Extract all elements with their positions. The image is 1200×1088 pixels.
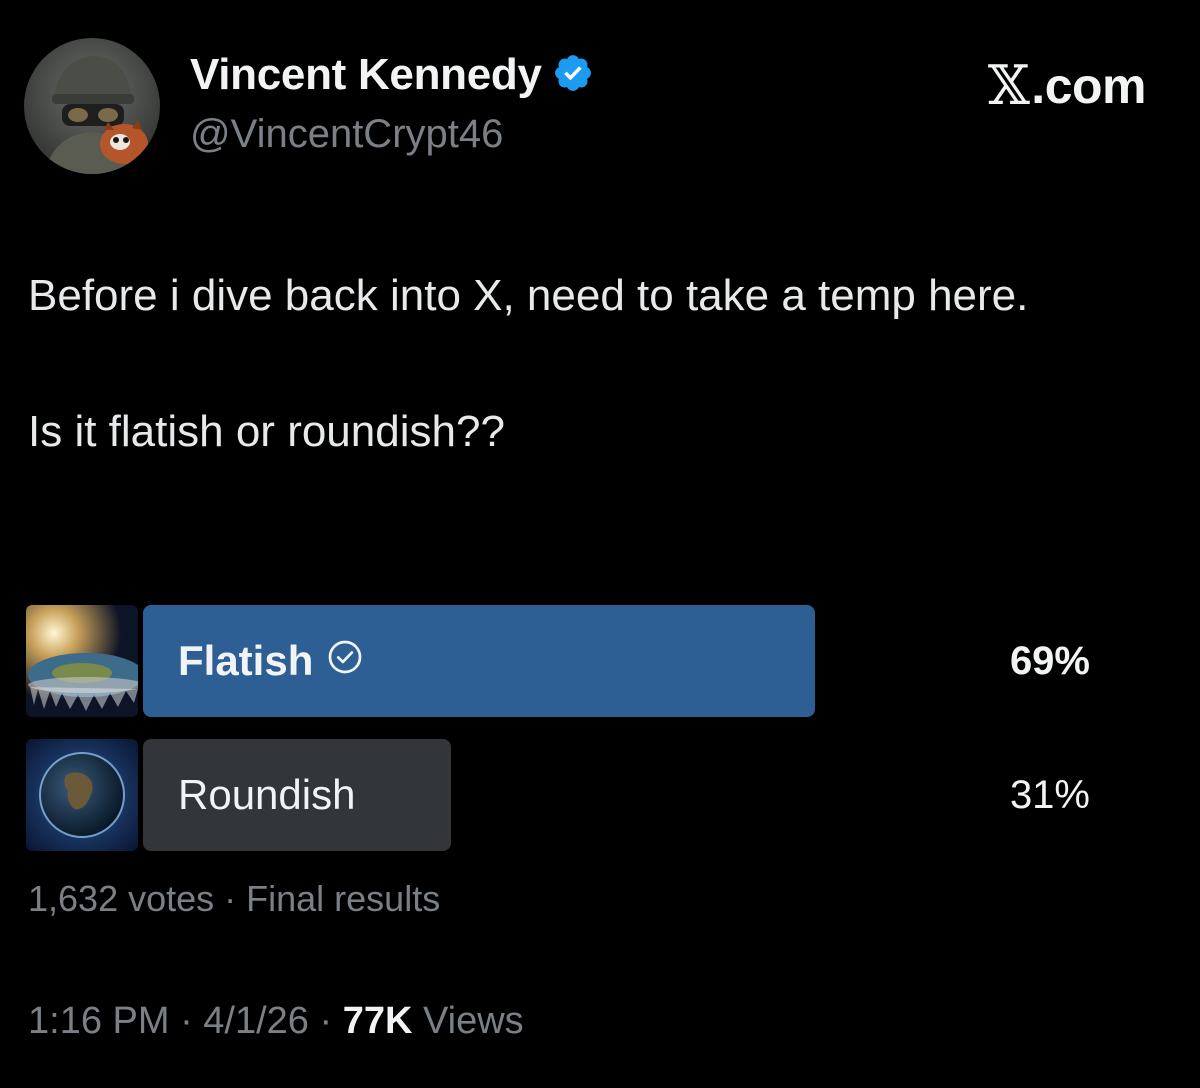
avatar[interactable] bbox=[24, 38, 160, 174]
views-count: 77K bbox=[342, 1000, 413, 1042]
poll-option-label: Roundish bbox=[178, 739, 355, 851]
poll-option-label: Flatish bbox=[178, 605, 363, 717]
poll-option-flatish[interactable]: Flatish 69% bbox=[26, 605, 1176, 717]
poll-option-text: Roundish bbox=[178, 771, 356, 818]
x-logo-icon: 𝕏 bbox=[987, 54, 1030, 117]
tweet-paragraph: Before i dive back into X, need to take … bbox=[28, 271, 1029, 320]
x-com-brand: 𝕏 .com bbox=[987, 54, 1147, 117]
flat-earth-image bbox=[26, 605, 138, 717]
verified-badge-icon bbox=[552, 52, 594, 99]
globe-earth-image bbox=[26, 739, 138, 851]
check-circle-icon bbox=[327, 637, 363, 685]
tweet-timestamp[interactable]: 1:16 PM · 4/1/26 · bbox=[28, 1000, 343, 1042]
author-display-name[interactable]: Vincent Kennedy bbox=[190, 50, 542, 100]
poll-summary: 1,632 votes · Final results bbox=[28, 878, 441, 919]
tweet-paragraph: Is it flatish or roundish?? bbox=[28, 407, 505, 456]
views-label: Views bbox=[412, 1000, 524, 1042]
tweet-text: Before i dive back into X, need to take … bbox=[28, 262, 1148, 466]
author-name-row[interactable]: Vincent Kennedy bbox=[190, 50, 594, 100]
poll-option-text: Flatish bbox=[178, 637, 314, 684]
author-handle[interactable]: @VincentCrypt46 bbox=[190, 112, 503, 157]
poll-option-roundish[interactable]: Roundish 31% bbox=[26, 739, 1176, 851]
poll-percent: 69% bbox=[1009, 638, 1090, 683]
tweet-timestamp-views: 1:16 PM · 4/1/26 · 77K Views bbox=[28, 1000, 524, 1043]
brand-label: .com bbox=[1031, 57, 1146, 114]
avatar-soldier-icon bbox=[24, 38, 160, 174]
poll-percent: 31% bbox=[1009, 772, 1090, 817]
